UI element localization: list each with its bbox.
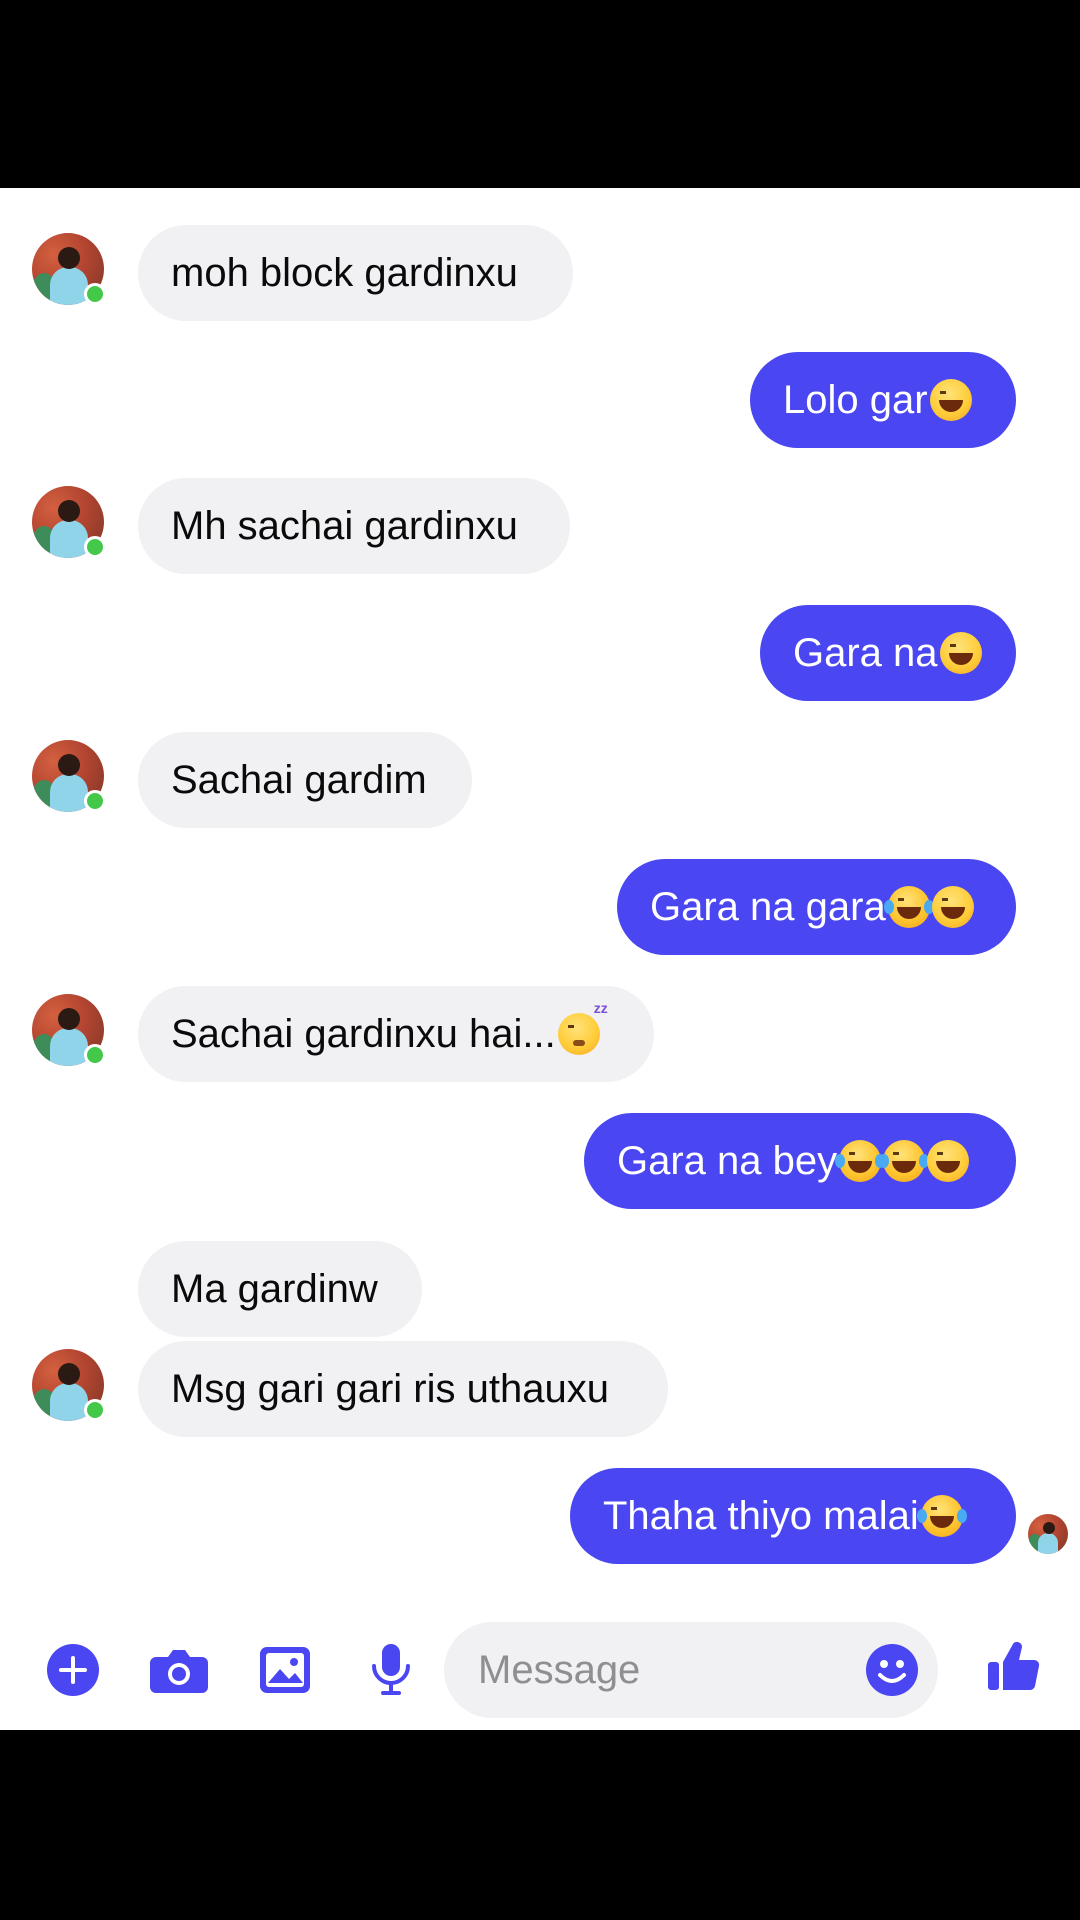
- message-input[interactable]: Message: [444, 1622, 938, 1718]
- thumbs-up-icon[interactable]: [982, 1634, 1046, 1698]
- incoming-message-bubble[interactable]: Sachai gardinxu hai... zz: [138, 986, 654, 1082]
- outgoing-message-bubble[interactable]: Gara na: [760, 605, 1016, 701]
- message-text: Lolo gar: [783, 378, 928, 422]
- message-row: Sachai gardim: [0, 732, 1080, 828]
- grin-squint-emoji-icon: [927, 1140, 970, 1182]
- tears-of-joy-emoji-icon: [879, 1140, 930, 1182]
- tears-of-joy-emoji-icon: [916, 1495, 967, 1537]
- grin-squint-emoji-icon: [929, 379, 972, 421]
- outgoing-message-bubble[interactable]: Gara na bey: [584, 1113, 1016, 1209]
- avatar: [1028, 1514, 1068, 1554]
- outgoing-message-bubble[interactable]: Lolo gar: [750, 352, 1016, 448]
- grin-squint-emoji-icon: [939, 632, 982, 674]
- message-text: Ma gardinw: [171, 1267, 378, 1311]
- incoming-message-bubble[interactable]: Mh sachai gardinxu: [138, 478, 570, 574]
- incoming-message-bubble[interactable]: Msg gari gari ris uthauxu: [138, 1341, 668, 1437]
- message-row: Thaha thiyo malai: [0, 1468, 1080, 1564]
- bottom-black-bar: [0, 1730, 1080, 1920]
- outgoing-message-bubble[interactable]: Gara na gara: [617, 859, 1016, 955]
- microphone-icon[interactable]: [361, 1640, 421, 1700]
- message-row: Sachai gardinxu hai... zz: [0, 986, 1080, 1082]
- message-text: Msg gari gari ris uthauxu: [171, 1367, 609, 1411]
- outgoing-message-bubble[interactable]: Thaha thiyo malai: [570, 1468, 1016, 1564]
- image-icon[interactable]: [255, 1640, 315, 1700]
- message-row: Msg gari gari ris uthauxu: [0, 1341, 1080, 1437]
- message-row: moh block gardinxu: [0, 225, 1080, 321]
- online-status-dot: [84, 536, 106, 558]
- message-text: Thaha thiyo malai: [603, 1494, 919, 1538]
- contact-avatar[interactable]: [32, 740, 112, 820]
- contact-avatar[interactable]: [32, 1349, 112, 1429]
- message-row: Ma gardinw: [0, 1241, 1080, 1337]
- online-status-dot: [84, 1399, 106, 1421]
- message-row: Gara na: [0, 605, 1080, 701]
- message-row: Gara na bey: [0, 1113, 1080, 1209]
- online-status-dot: [84, 790, 106, 812]
- message-text: Sachai gardim: [171, 758, 427, 802]
- emoji-icon[interactable]: [864, 1642, 920, 1698]
- incoming-message-bubble[interactable]: Ma gardinw: [138, 1241, 422, 1337]
- contact-avatar[interactable]: [32, 994, 112, 1074]
- chat-screen: moh block gardinxu Lolo gar Mh sachai ga…: [0, 188, 1080, 1730]
- message-text: Mh sachai gardinxu: [171, 504, 518, 548]
- camera-icon[interactable]: [149, 1640, 209, 1700]
- message-composer: Message: [0, 1610, 1080, 1730]
- contact-avatar[interactable]: [32, 233, 112, 313]
- message-row: Mh sachai gardinxu: [0, 478, 1080, 574]
- grin-squint-emoji-icon: [931, 886, 974, 928]
- seen-indicator-avatar: [1028, 1514, 1068, 1554]
- message-text: Gara na gara: [650, 885, 886, 929]
- message-placeholder: Message: [478, 1648, 641, 1692]
- online-status-dot: [84, 1044, 106, 1066]
- message-text: Gara na bey: [617, 1139, 838, 1183]
- message-row: Gara na gara: [0, 859, 1080, 955]
- message-text: moh block gardinxu: [171, 251, 518, 295]
- online-status-dot: [84, 283, 106, 305]
- sleepy-face-emoji-icon: zz: [557, 1001, 608, 1055]
- incoming-message-bubble[interactable]: moh block gardinxu: [138, 225, 573, 321]
- incoming-message-bubble[interactable]: Sachai gardim: [138, 732, 472, 828]
- tears-of-joy-emoji-icon: [883, 886, 934, 928]
- top-black-bar: [0, 0, 1080, 188]
- contact-avatar[interactable]: [32, 486, 112, 566]
- message-text: Sachai gardinxu hai...: [171, 1012, 556, 1056]
- message-row: Lolo gar: [0, 352, 1080, 448]
- plus-icon[interactable]: [43, 1640, 103, 1700]
- message-text: Gara na: [793, 631, 938, 675]
- tears-of-joy-emoji-icon: [835, 1140, 886, 1182]
